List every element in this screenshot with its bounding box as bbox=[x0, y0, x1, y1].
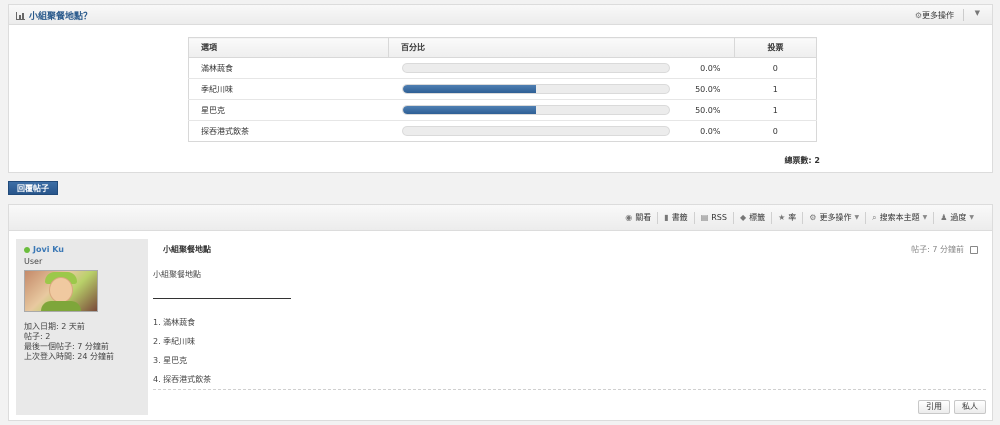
toolbar-rss-button[interactable]: ▤ RSS bbox=[695, 213, 733, 222]
progress-track bbox=[401, 126, 670, 136]
private-reply-button[interactable]: 私人 bbox=[954, 400, 986, 414]
divider bbox=[963, 9, 964, 21]
poll-option-votes: 0 bbox=[772, 126, 778, 136]
poll-bar bbox=[388, 78, 670, 100]
poll-header: 小組聚餐地點？ ⚙更多操作 ▼ bbox=[9, 5, 992, 25]
poll-more-actions-button[interactable]: ⚙更多操作 bbox=[915, 10, 954, 21]
author-name-link[interactable]: Jovi Ku bbox=[24, 245, 140, 254]
poll-results-table: 選項 百分比 投票 滿林蔬食 0.0% 0 季紀川味 50.0% 1 星巴克 50.0% 1 探吞… bbox=[188, 37, 817, 142]
poll-option-label: 季紀川味 bbox=[188, 78, 389, 100]
author-stat-last-login: 上次登入時間: 24 分鐘前 bbox=[24, 352, 114, 361]
chevron-down-icon: ▼ bbox=[854, 214, 860, 221]
poll-option-label: 滿林蔬食 bbox=[188, 57, 389, 79]
poll-option-votes: 0 bbox=[734, 57, 817, 79]
list-item: 1. 滿林蔬食 bbox=[153, 318, 196, 327]
divider bbox=[153, 389, 986, 390]
toolbar-gear-button[interactable]: ⚙ 更多操作 ▼ bbox=[803, 212, 865, 223]
poll-title-text: 小組聚餐地點？ bbox=[29, 12, 93, 22]
post-intro: 小組聚餐地點 bbox=[153, 270, 201, 279]
chevron-down-icon: ▼ bbox=[922, 214, 928, 221]
online-status-icon bbox=[24, 246, 30, 253]
post-body: 小組聚餐地點 1. 滿林蔬食 2. 季紀川味 3. 星巴克 4. 探吞港式飲茶 bbox=[153, 269, 291, 389]
user-icon: ♟ bbox=[940, 213, 948, 222]
poll-option-label: 星巴克 bbox=[188, 99, 389, 121]
poll-option-percent: 50.0% bbox=[669, 78, 735, 100]
author-stat-joined: 加入日期: 2 天前 bbox=[24, 322, 85, 331]
poll-option-label: 探吞港式飲茶 bbox=[201, 126, 249, 136]
progress-track bbox=[401, 84, 670, 94]
toolbar-star-button[interactable]: ★ 率 bbox=[772, 212, 802, 223]
author-stats: 加入日期: 2 天前 帖子: 2 最後一個帖子: 7 分鐘前 上次登入時間: 2… bbox=[24, 322, 140, 362]
post-actions: 引用 私人 bbox=[918, 400, 986, 414]
search-icon: ⌕ bbox=[872, 212, 877, 222]
progress-track bbox=[401, 63, 670, 73]
bar-chart-icon bbox=[16, 11, 25, 20]
eye-icon: ◉ bbox=[625, 213, 633, 222]
poll-bar bbox=[388, 57, 670, 79]
post-timestamp: 帖子: 7 分鐘前 bbox=[911, 245, 964, 254]
author-stat-last-post: 最後一個帖子: 7 分鐘前 bbox=[24, 342, 109, 351]
poll-option-percent: 0.0% bbox=[669, 57, 735, 79]
toolbar-tag-button[interactable]: ◆ 標籤 bbox=[734, 212, 771, 223]
table-row: 星巴克 50.0% 1 bbox=[188, 99, 817, 121]
poll-title: 小組聚餐地點？ bbox=[16, 9, 92, 22]
post-panel: ◉ 關看 ▮ 書籤 ▤ RSS ◆ 標籤 ★ 率 ⚙ 更多操作 ▼ ⌕ 搜索本主題 ▼ ♟ 過度 ▼ Jovi Ku… bbox=[8, 204, 993, 421]
toolbar-search-button[interactable]: ⌕ 搜索本主題 ▼ bbox=[866, 212, 933, 223]
post-title: 小組聚餐地點 bbox=[163, 245, 211, 254]
author-stat-posts: 帖子: 2 bbox=[24, 332, 51, 341]
author-panel: Jovi Ku User 加入日期: 2 天前 帖子: 2 最後一個帖子: 7 … bbox=[16, 239, 148, 415]
topic-toolbar: ◉ 關看 ▮ 書籤 ▤ RSS ◆ 標籤 ★ 率 ⚙ 更多操作 ▼ ⌕ 搜索本主題 ▼ ♟ 過度 ▼ bbox=[9, 205, 992, 231]
progress-fill bbox=[402, 106, 536, 114]
post-meta: 帖子: 7 分鐘前 bbox=[911, 244, 978, 255]
poll-total-votes: 總票數: 2 bbox=[784, 156, 820, 165]
table-row: 季紀川味 50.0% 1 bbox=[188, 78, 817, 100]
progress-track bbox=[401, 105, 670, 115]
header-option: 選項 bbox=[188, 37, 389, 58]
toolbar-user-button[interactable]: ♟ 過度 ▼ bbox=[934, 212, 980, 223]
poll-option-percent: 0.0% bbox=[700, 126, 721, 136]
star-icon: ★ bbox=[778, 213, 786, 222]
poll-panel: 小組聚餐地點？ ⚙更多操作 ▼ 選項 百分比 投票 滿林蔬食 0.0% 0 季紀川味 5… bbox=[8, 4, 993, 173]
toolbar-bookmark-button[interactable]: ▮ 書籤 bbox=[658, 212, 693, 223]
poll-bar bbox=[389, 121, 670, 142]
list-item: 2. 季紀川味 bbox=[153, 337, 196, 346]
poll-option-votes: 1 bbox=[734, 78, 817, 100]
author-role: User bbox=[24, 257, 43, 266]
divider bbox=[153, 298, 291, 299]
rss-icon: ▤ bbox=[700, 213, 709, 222]
list-item: 3. 星巴克 bbox=[153, 356, 188, 365]
avatar[interactable] bbox=[24, 270, 98, 312]
poll-bar bbox=[388, 99, 670, 121]
header-percent: 百分比 bbox=[388, 37, 735, 58]
table-row: 探吞港式飲茶 0.0% 0 bbox=[189, 121, 817, 142]
quote-button[interactable]: 引用 bbox=[918, 400, 950, 414]
list-item: 4. 探吞港式飲茶 bbox=[153, 375, 212, 384]
header-votes: 投票 bbox=[734, 37, 817, 58]
progress-fill bbox=[402, 85, 536, 93]
poll-option-votes: 1 bbox=[734, 99, 817, 121]
chevron-down-icon[interactable]: ▼ bbox=[975, 9, 980, 17]
gear-icon: ⚙ bbox=[809, 213, 817, 222]
report-icon[interactable] bbox=[970, 245, 978, 254]
table-row: 滿林蔬食 0.0% 0 bbox=[188, 57, 817, 79]
chevron-down-icon: ▼ bbox=[969, 214, 974, 221]
bookmark-icon: ▮ bbox=[664, 213, 669, 222]
gear-icon: ⚙ bbox=[914, 11, 922, 20]
toolbar-eye-button[interactable]: ◉ 關看 bbox=[619, 212, 657, 223]
reply-topic-button[interactable]: 回覆帖子 bbox=[8, 181, 58, 195]
tag-icon: ◆ bbox=[739, 213, 747, 222]
poll-option-percent: 50.0% bbox=[669, 99, 735, 121]
